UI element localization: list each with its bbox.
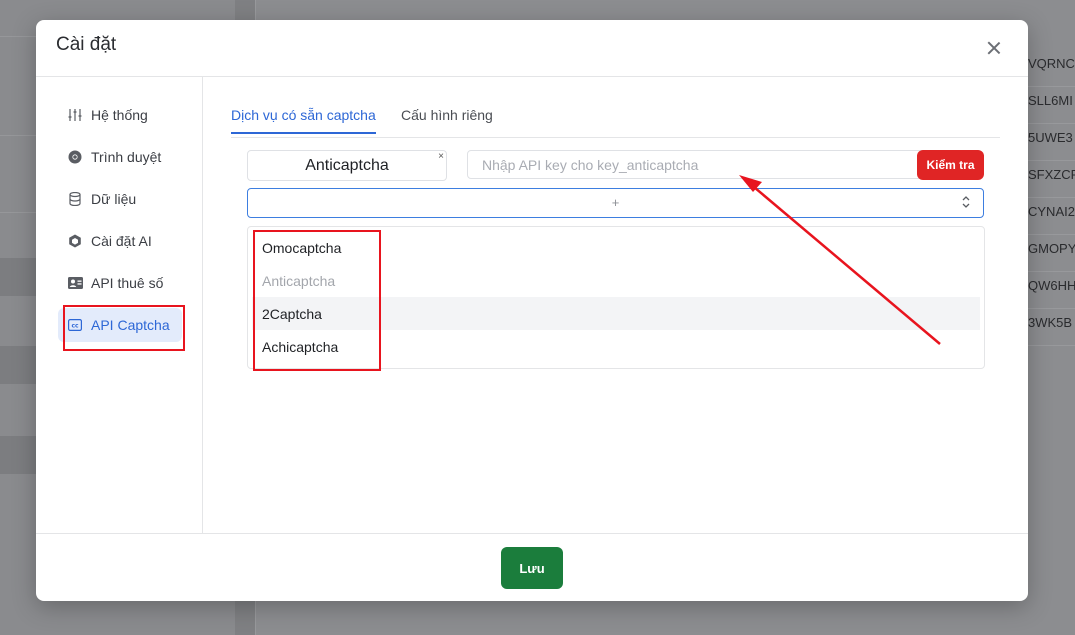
ai-cube-icon [67, 233, 83, 249]
background-id-cell: SFXZCF [1025, 161, 1075, 198]
service-dropdown: Omocaptcha Anticaptcha 2Captcha Achicapt… [247, 226, 985, 369]
check-button[interactable]: Kiểm tra [917, 150, 984, 180]
chevron-updown-icon [962, 196, 970, 208]
option-achicaptcha[interactable]: Achicaptcha [252, 330, 980, 363]
chip-label: Anticaptcha [305, 156, 389, 174]
background-id-cell: 3WK5B [1025, 309, 1075, 346]
background-id-cell: CYNAI2 [1025, 198, 1075, 235]
chip-remove-icon[interactable]: × [434, 150, 448, 164]
sidebar-item-label: API Captcha [91, 317, 170, 333]
api-key-input[interactable] [467, 150, 925, 179]
selected-service-chip: Anticaptcha × [247, 150, 447, 181]
sidebar-item-api-captcha[interactable]: cc API Captcha [58, 308, 182, 342]
background-id-cell: 5UWE3 [1025, 124, 1075, 161]
background-id-cell: SLL6MI [1025, 87, 1075, 124]
service-select[interactable]: + [247, 188, 984, 218]
option-anticaptcha: Anticaptcha [262, 272, 336, 289]
sliders-icon [67, 107, 83, 123]
modal-title: Cài đặt [56, 34, 117, 55]
sidebar-item-label: Hệ thống [91, 107, 148, 123]
captcha-cc-icon: cc [67, 317, 83, 333]
tab-bar: Dịch vụ có sẵn captcha Cấu hình riêng [231, 97, 1000, 138]
background-id-cell: VQRNC [1025, 50, 1075, 87]
sidebar-item-label: API thuê số [91, 275, 164, 291]
plus-icon: + [611, 195, 620, 210]
settings-modal: Cài đặt Hệ thống Trình duyệt Dữ liệu Cài… [36, 20, 1028, 601]
sidebar-item-label: Cài đặt AI [91, 233, 152, 249]
chrome-icon [67, 149, 83, 165]
background-id-cell: GMOPY [1025, 235, 1075, 272]
background-id-cell: QW6HH [1025, 272, 1075, 309]
sidebar-item-label: Dữ liệu [91, 191, 137, 207]
sidebar-item-trinh-duyet[interactable]: Trình duyệt [58, 140, 182, 174]
settings-content: Dịch vụ có sẵn captcha Cấu hình riêng An… [203, 77, 1028, 533]
sidebar-item-api-thue-so[interactable]: API thuê số [58, 266, 182, 300]
settings-sidebar: Hệ thống Trình duyệt Dữ liệu Cài đặt AI … [36, 77, 203, 533]
tab-available-captcha[interactable]: Dịch vụ có sẵn captcha [231, 107, 376, 134]
option-2captcha[interactable]: 2Captcha [252, 297, 980, 330]
database-icon [67, 191, 83, 207]
sidebar-item-he-thong[interactable]: Hệ thống [58, 98, 182, 132]
option-omocaptcha[interactable]: Omocaptcha [252, 231, 980, 264]
close-icon[interactable] [984, 38, 1004, 58]
tab-custom-config[interactable]: Cấu hình riêng [401, 107, 493, 132]
svg-text:cc: cc [71, 323, 79, 330]
sidebar-item-du-lieu[interactable]: Dữ liệu [58, 182, 182, 216]
contact-card-icon [67, 275, 83, 291]
sidebar-item-label: Trình duyệt [91, 149, 162, 165]
modal-header: Cài đặt [36, 20, 1028, 77]
modal-footer: Lưu [36, 533, 1028, 601]
save-button[interactable]: Lưu [501, 547, 563, 589]
sidebar-item-cai-dat-ai[interactable]: Cài đặt AI [58, 224, 182, 258]
